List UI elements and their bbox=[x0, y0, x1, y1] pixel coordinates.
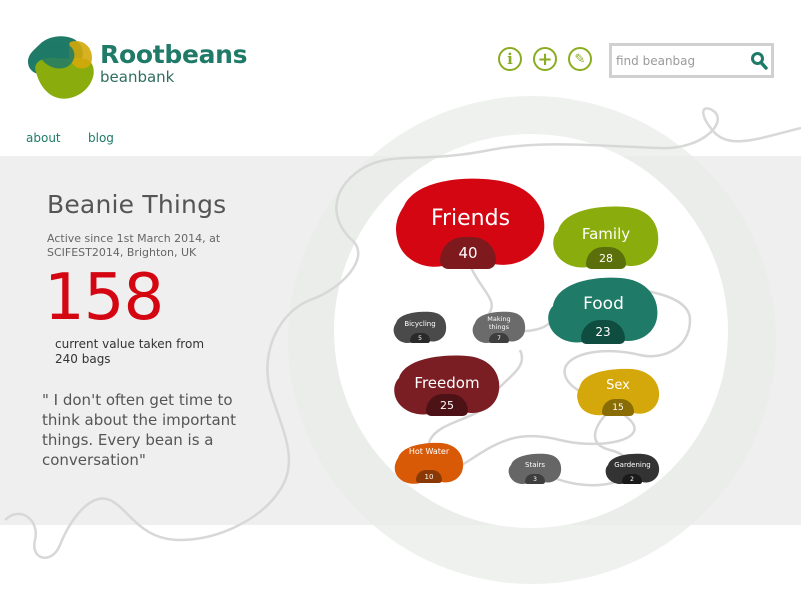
bean-bicycling[interactable]: Bicycling 5 bbox=[393, 311, 447, 343]
bean-count: 3 bbox=[525, 474, 545, 484]
bean-count: 28 bbox=[586, 247, 626, 269]
bean-count: 7 bbox=[489, 333, 509, 343]
bean-count: 15 bbox=[602, 399, 634, 416]
bean-friends[interactable]: Friends 40 bbox=[394, 176, 547, 269]
bean-label: Sex bbox=[606, 378, 630, 393]
bean-label: Hot Water bbox=[408, 447, 450, 456]
bean-family[interactable]: Family 28 bbox=[552, 205, 660, 269]
bean-count: 5 bbox=[410, 333, 430, 343]
bean-sex[interactable]: Sex 15 bbox=[576, 368, 660, 416]
info-icon: i bbox=[507, 50, 513, 68]
brand-tagline: beanbank bbox=[100, 68, 175, 86]
bean-count: 23 bbox=[581, 320, 625, 344]
search-icon[interactable] bbox=[750, 51, 768, 71]
bean-stairs[interactable]: Stairs 3 bbox=[508, 453, 562, 484]
plus-icon: + bbox=[537, 48, 553, 70]
info-button[interactable]: i bbox=[498, 47, 522, 71]
add-button[interactable]: + bbox=[533, 47, 557, 71]
bean-label: Friends bbox=[430, 206, 511, 231]
bean-count: 25 bbox=[426, 394, 468, 416]
bean-label: Stairs bbox=[525, 461, 545, 469]
rootbeans-logo bbox=[28, 36, 94, 99]
bean-making-things[interactable]: Making things 7 bbox=[472, 311, 526, 343]
bean-label: Family bbox=[581, 225, 631, 243]
edit-button[interactable]: ✎ bbox=[568, 47, 592, 71]
bean-label: Bicycling bbox=[404, 320, 436, 328]
bean-count: 2 bbox=[622, 474, 642, 484]
bean-food[interactable]: Food 23 bbox=[547, 276, 660, 344]
bean-freedom[interactable]: Freedom 25 bbox=[393, 354, 501, 416]
nav-about[interactable]: about bbox=[26, 131, 61, 145]
bean-hot-water[interactable]: Hot Water 10 bbox=[394, 442, 464, 484]
value-note: current value taken from 240 bags bbox=[55, 337, 205, 366]
bean-count: 10 bbox=[416, 470, 442, 483]
bank-title: Beanie Things bbox=[47, 190, 227, 219]
nav-blog[interactable]: blog bbox=[88, 131, 114, 145]
search-input[interactable] bbox=[616, 50, 742, 72]
bean-label: Gardening bbox=[614, 461, 651, 469]
bean-gardening[interactable]: Gardening 2 bbox=[605, 453, 660, 484]
bean-label: Food bbox=[583, 294, 624, 314]
brand-name[interactable]: Rootbeans bbox=[100, 40, 248, 69]
bean-label: Making things bbox=[487, 315, 511, 331]
bean-label: Freedom bbox=[414, 374, 480, 392]
bean-count: 40 bbox=[440, 237, 496, 269]
pencil-icon: ✎ bbox=[574, 51, 586, 67]
search-box bbox=[609, 43, 774, 78]
bank-value: 158 bbox=[44, 261, 164, 335]
bank-quote: " I don't often get time to think about … bbox=[42, 391, 237, 469]
active-since: Active since 1st March 2014, at SCIFEST2… bbox=[47, 232, 221, 259]
